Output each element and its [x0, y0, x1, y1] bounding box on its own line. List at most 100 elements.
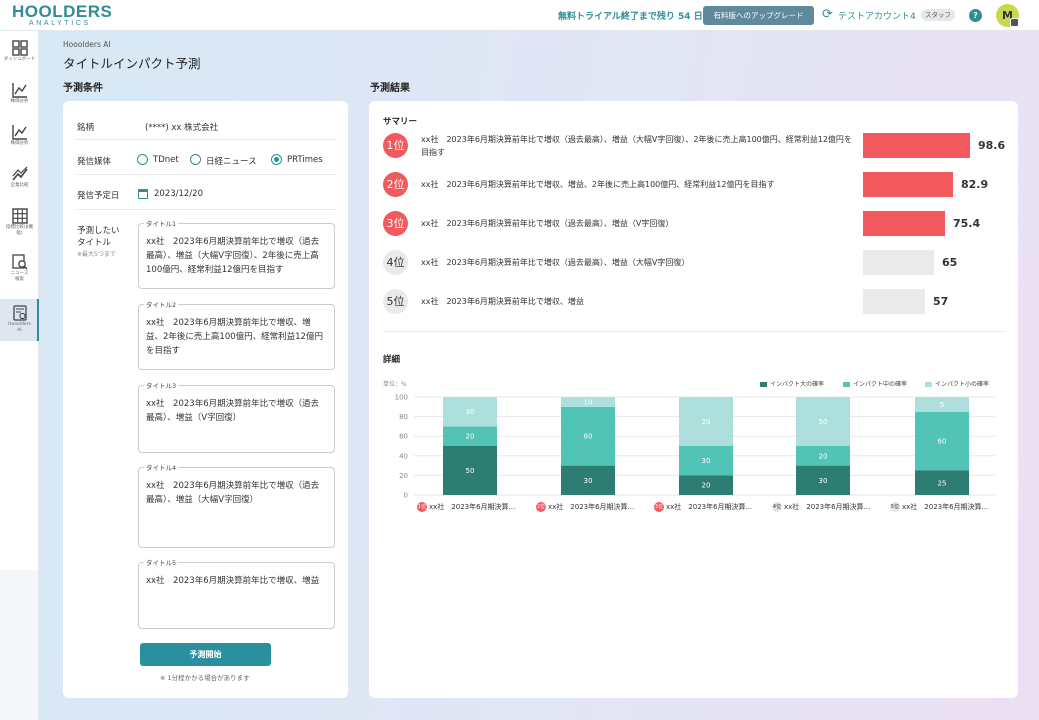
app-logo[interactable]: HOOLDERS ANALYTICS: [12, 3, 112, 28]
upgrade-button[interactable]: 有料版へのアップグレード: [703, 6, 814, 25]
sidebar-item-label: 株価分析: [10, 141, 29, 146]
bar-data-label: 60: [584, 433, 593, 441]
date-input[interactable]: 2023/12/20: [154, 189, 203, 199]
summary-score-bar: [863, 289, 925, 314]
results-section-title: 予測結果: [370, 83, 410, 94]
avatar-badge-icon: [1010, 18, 1019, 27]
radio-nikkei[interactable]: [190, 154, 201, 165]
summary-score-value: 98.6: [978, 139, 1006, 152]
bar-data-label: 30: [584, 477, 593, 485]
x-tick-label: 5位 xx社 2023年6月期決算...: [890, 502, 988, 512]
bar-data-label: 5: [940, 401, 944, 409]
sidebar-item-hooolders-ai[interactable]: Hooolders AI: [0, 299, 39, 341]
radio-prtimes[interactable]: [271, 154, 282, 165]
title-input-text[interactable]: xx社 2023年6月期決算前年比で増収、増益、2年後に売上高100億円、経常利…: [146, 316, 326, 358]
bar-data-label: 20: [466, 433, 475, 441]
sidebar-item-stock-analysis-2[interactable]: 株価分析: [0, 118, 39, 160]
title-input-4[interactable]: タイトル4 xx社 2023年6月期決算前年比で増収（過去最高）、増益（大幅V字…: [138, 462, 335, 548]
title-input-text[interactable]: xx社 2023年6月期決算前年比で増収（過去最高）、増益（大幅V字回復）: [146, 479, 326, 507]
bar-data-label: 50: [819, 418, 828, 426]
summary-title-text: xx社 2023年6月期決算前年比で増収、増益: [421, 297, 584, 306]
line-chart-icon: [11, 125, 27, 140]
start-note: ※ 1分程かかる場合があります: [160, 674, 250, 682]
summary-score-value: 57: [933, 295, 949, 308]
radio-tdnet[interactable]: [137, 154, 148, 165]
x-tick-label: 3位 xx社 2023年6月期決算...: [654, 502, 752, 512]
title-input-label: タイトル3: [144, 380, 179, 390]
rank-badge: 3位: [383, 211, 408, 236]
stock-label: 銘柄: [77, 123, 95, 133]
trial-remaining-text: 無料トライアル終了まで残り 54 日: [558, 12, 703, 22]
title-input-1[interactable]: タイトル1 xx社 2023年6月期決算前年比で増収（過去最高）、増益（大幅V字…: [138, 218, 335, 289]
sidebar-item-dashboard[interactable]: ダッシュボード: [0, 34, 39, 76]
bar-data-label: 60: [938, 438, 947, 446]
bar-data-label: 20: [702, 482, 711, 490]
divider: [76, 174, 335, 175]
title-input-text[interactable]: xx社 2023年6月期決算前年比で増収（過去最高）、増益（大幅V字回復）、2年…: [146, 235, 326, 277]
logo-sub-text: ANALYTICS: [29, 20, 91, 27]
sidebar-item-stock-analysis[interactable]: 株価分析: [0, 76, 39, 118]
divider: [76, 209, 335, 210]
sidebar-item-indicator-compare[interactable]: 指標比較(β機能): [0, 202, 39, 248]
title-input-2[interactable]: タイトル2 xx社 2023年6月期決算前年比で増収、増益、2年後に売上高100…: [138, 299, 335, 370]
sidebar-item-company-compare[interactable]: 企業比較: [0, 160, 39, 202]
sidebar-item-label: Hooolders AI: [8, 322, 31, 333]
news-search-icon: [11, 254, 28, 270]
radio-tdnet-label[interactable]: TDnet: [153, 155, 179, 165]
titles-label: 予測したい タイトル: [77, 225, 120, 249]
divider: [383, 331, 1005, 332]
rank-badge: 2位: [383, 172, 408, 197]
title-input-label: タイトル5: [144, 557, 179, 567]
media-label: 発信媒体: [77, 157, 112, 167]
role-badge: スタッフ: [921, 9, 955, 21]
title-input-3[interactable]: タイトル3 xx社 2023年6月期決算前年比で増収（過去最高）、増益（V字回復…: [138, 380, 335, 453]
sidebar-item-news-search[interactable]: ニュース検索: [0, 248, 39, 298]
sidebar-item-label: 株価分析: [10, 99, 29, 104]
x-rank-badge: 3位: [654, 502, 664, 512]
bar-data-label: 20: [702, 418, 711, 426]
rank-badge: 4位: [383, 250, 408, 275]
title-input-label: タイトル1: [144, 218, 179, 228]
x-category-text: xx社 2023年6月期決算...: [548, 503, 635, 511]
summary-score-value: 65: [942, 256, 958, 269]
sidebar-item-label: ダッシュボード: [3, 57, 36, 62]
title-input-5[interactable]: タイトル5 xx社 2023年6月期決算前年比で増収、増益: [138, 557, 335, 629]
bar-data-label: 30: [702, 457, 711, 465]
x-category-text: xx社 2023年6月期決算...: [666, 503, 753, 511]
top-header: HOOLDERS ANALYTICS 無料トライアル終了まで残り 54 日 有料…: [0, 0, 1039, 31]
sidebar: ダッシュボード 株価分析 株価分析 企業比較 指標比較(β機能) ニュース検索 …: [0, 31, 39, 570]
breadcrumb: Hooolders AI: [63, 40, 111, 49]
x-tick-label: 1位 xx社 2023年6月期決算...: [417, 502, 515, 512]
sidebar-footer-area: [0, 570, 39, 720]
x-category-text: xx社 2023年6月期決算...: [429, 503, 516, 511]
titles-label-line-2: タイトル: [77, 238, 112, 248]
bar-data-label: 20: [819, 452, 828, 460]
x-tick-label: 4位 xx社 2023年6月期決算...: [772, 502, 870, 512]
divider: [76, 139, 335, 140]
summary-title: サマリー: [383, 117, 418, 127]
summary-title-text: xx社 2023年6月期決算前年比で増収（過去最高）、増益（大幅V字回復）: [421, 258, 690, 267]
date-label: 発信予定日: [77, 191, 120, 201]
start-prediction-button[interactable]: 予測開始: [140, 643, 271, 666]
bar-data-label: 30: [466, 408, 475, 416]
radio-prtimes-label[interactable]: PRTimes: [287, 155, 323, 165]
bar-data-label: 30: [819, 477, 828, 485]
y-tick-label: 0: [404, 492, 408, 500]
help-icon[interactable]: ?: [969, 9, 982, 22]
summary-title-text: xx社 2023年6月期決算前年比で増収、増益、2年後に売上高100億円、経常利…: [421, 180, 775, 189]
calendar-icon[interactable]: [138, 189, 148, 199]
x-category-text: xx社 2023年6月期決算...: [784, 503, 871, 511]
account-name[interactable]: テストアカウント4: [838, 9, 916, 22]
refresh-icon[interactable]: ⟳: [822, 7, 836, 23]
x-tick-label: 2位 xx社 2023年6月期決算...: [536, 502, 634, 512]
y-tick-label: 80: [399, 413, 408, 421]
radio-nikkei-label[interactable]: 日経ニュース: [206, 155, 257, 167]
sidebar-item-label: 指標比較(β機能): [5, 225, 34, 236]
summary-score-value: 82.9: [961, 178, 989, 191]
title-input-text[interactable]: xx社 2023年6月期決算前年比で増収、増益: [146, 574, 326, 588]
detail-title: 詳細: [383, 355, 401, 365]
trend-icon: [11, 166, 28, 181]
title-input-text[interactable]: xx社 2023年6月期決算前年比で増収（過去最高）、増益（V字回復）: [146, 397, 326, 425]
y-tick-label: 20: [399, 472, 408, 480]
table-icon: [11, 208, 28, 224]
